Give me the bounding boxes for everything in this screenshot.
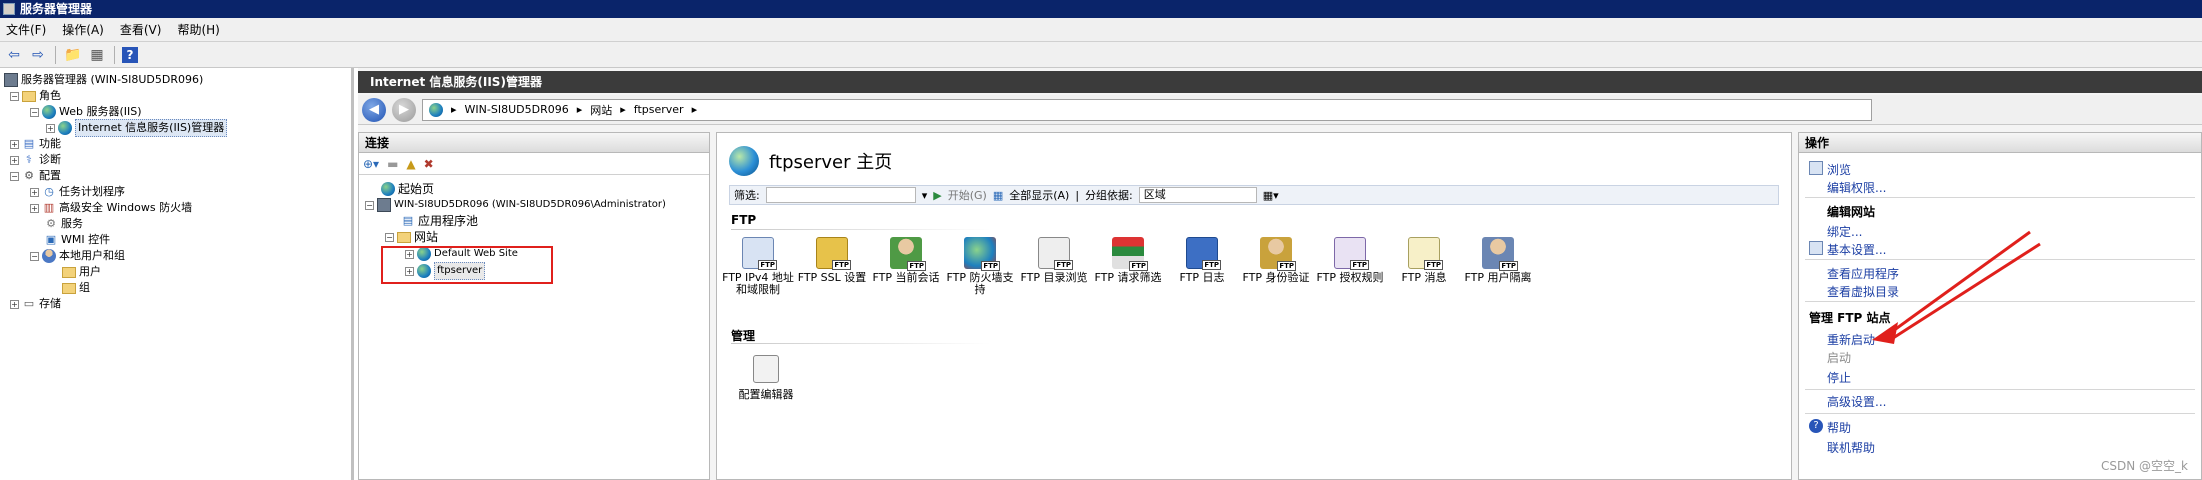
red-arrow-line [1889, 242, 2041, 342]
watermark: CSDN @空空_k [2101, 459, 2188, 473]
red-arrow-line [1885, 230, 2031, 338]
red-arrow-head [1872, 322, 1898, 344]
annotation-arrows [1872, 230, 2041, 344]
